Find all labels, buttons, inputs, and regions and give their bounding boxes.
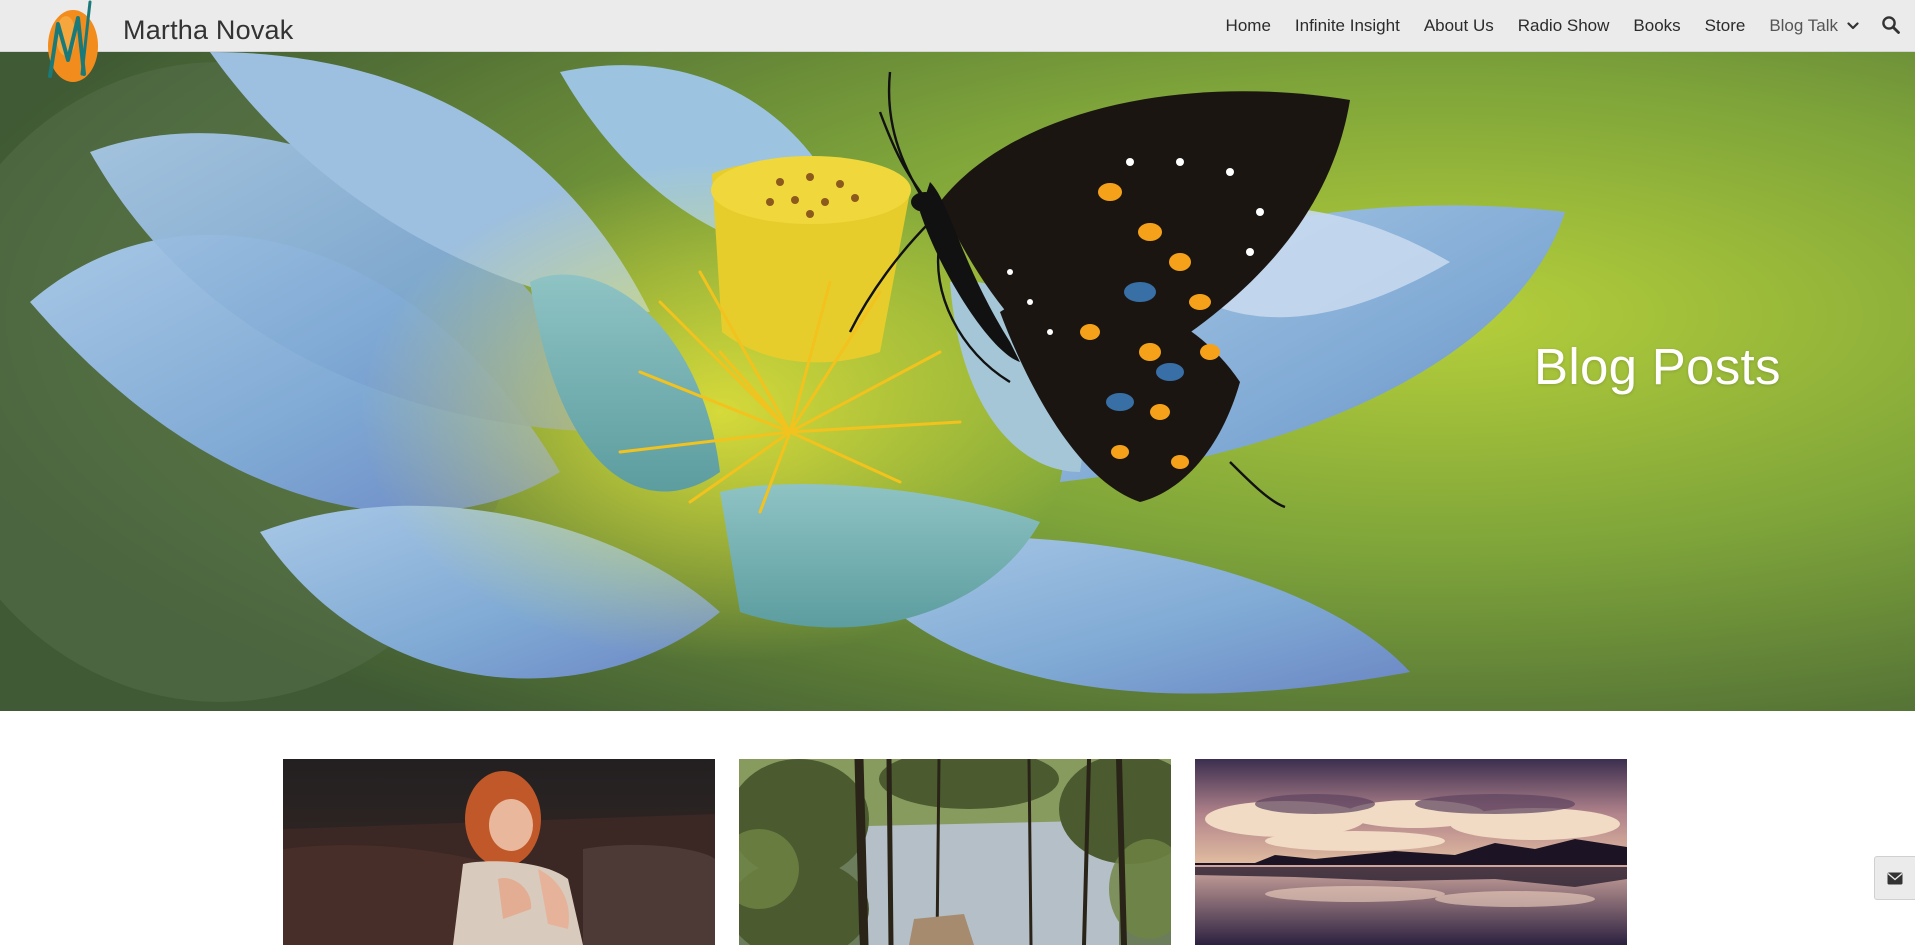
nav-blog-talk[interactable]: Blog Talk bbox=[1769, 16, 1859, 36]
blog-post-card[interactable] bbox=[283, 759, 715, 945]
nav-home[interactable]: Home bbox=[1226, 16, 1271, 36]
main-nav: Home Infinite Insight About Us Radio Sho… bbox=[1202, 0, 1859, 52]
martha-novak-logo-icon[interactable] bbox=[44, 0, 102, 88]
blog-post-grid bbox=[283, 759, 1627, 945]
laughing-woman-thumbnail bbox=[283, 759, 715, 945]
purple-sunset-lake-thumbnail bbox=[1195, 759, 1627, 945]
search-icon[interactable] bbox=[1881, 15, 1901, 35]
nav-about-us[interactable]: About Us bbox=[1424, 16, 1494, 36]
nav-radio-show[interactable]: Radio Show bbox=[1518, 16, 1610, 36]
contact-mail-button[interactable] bbox=[1874, 856, 1915, 900]
nav-blog-talk-label: Blog Talk bbox=[1769, 16, 1838, 35]
hero-title: Blog Posts bbox=[1534, 338, 1781, 395]
site-header: Martha Novak Home Infinite Insight About… bbox=[0, 0, 1915, 52]
nav-books[interactable]: Books bbox=[1633, 16, 1680, 36]
hero-banner: Blog Posts bbox=[0, 52, 1915, 711]
envelope-icon bbox=[1887, 872, 1903, 884]
nav-infinite-insight[interactable]: Infinite Insight bbox=[1295, 16, 1400, 36]
chevron-down-icon bbox=[1847, 22, 1859, 30]
nav-store[interactable]: Store bbox=[1705, 16, 1746, 36]
forest-lake-thumbnail bbox=[739, 759, 1171, 945]
site-title[interactable]: Martha Novak bbox=[123, 15, 293, 46]
blog-post-card[interactable] bbox=[739, 759, 1171, 945]
blog-post-card[interactable] bbox=[1195, 759, 1627, 945]
